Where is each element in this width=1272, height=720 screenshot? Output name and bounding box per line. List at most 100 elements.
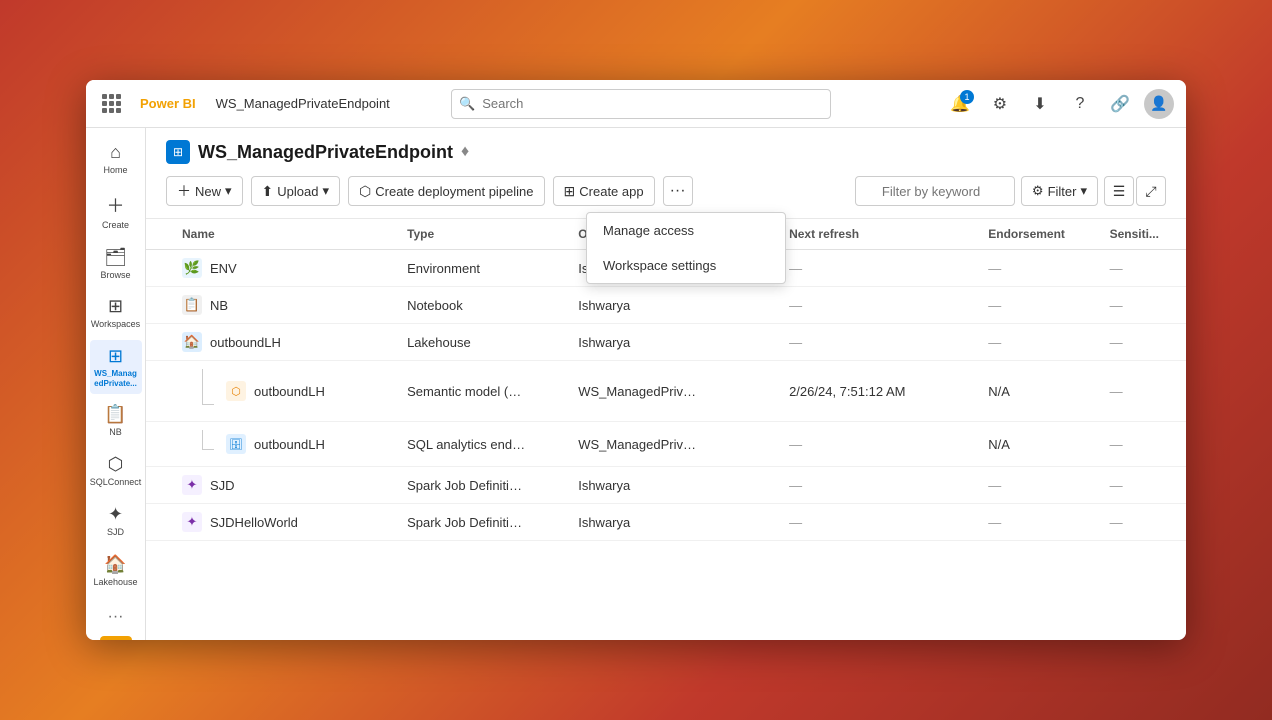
row-sensitivity-sjd: — <box>1098 467 1186 504</box>
row-check-nb <box>146 287 170 324</box>
table-row[interactable]: ✦ SJDHelloWorld Spark Job Definiti… Ishw… <box>146 504 1186 541</box>
apps-grid-button[interactable] <box>98 88 130 120</box>
notification-button[interactable]: 🔔 1 <box>944 88 976 120</box>
create-pipeline-button[interactable]: ⬡ Create deployment pipeline <box>348 176 545 206</box>
row-type-nb: Notebook <box>395 287 566 324</box>
powerbi-bottom-icon[interactable]: PBI <box>100 636 132 640</box>
filter-button[interactable]: ⚙ Filter ▾ <box>1021 176 1098 206</box>
sidebar-item-lakehouse[interactable]: 🏠 Lakehouse <box>90 548 142 594</box>
row-s1-sjdhw <box>737 504 777 541</box>
row-icon-nb <box>371 287 395 324</box>
download-button[interactable]: ⬇ <box>1024 88 1056 120</box>
sjd-item-icon: ✦ <box>182 475 202 495</box>
sjdhw-item-icon: ✦ <box>182 512 202 532</box>
row-s2-semantic <box>946 361 976 422</box>
col-sensitivity[interactable]: Sensiti... <box>1098 219 1186 250</box>
col-endorsement[interactable]: Endorsement <box>976 219 1097 250</box>
workspace-header-icon: ⊞ <box>166 140 190 164</box>
sidebar-item-sqlconnect[interactable]: ⬡ SQLConnect <box>90 448 142 494</box>
filter-icon: ⚙ <box>1032 183 1044 199</box>
new-chevron: ▾ <box>225 183 232 199</box>
app-label: Create app <box>579 184 643 199</box>
row-owner-lh: Ishwarya <box>566 324 737 361</box>
new-icon: ＋ <box>177 181 191 201</box>
pipeline-label: Create deployment pipeline <box>375 184 533 199</box>
sidebar-item-ws-active[interactable]: ⊞ WS_Manag edPrivate... <box>90 340 142 394</box>
topbar: Power BI WS_ManagedPrivateEndpoint 🔍 🔔 1… <box>86 80 1186 128</box>
col-name[interactable]: Name <box>170 219 371 250</box>
col-check <box>146 219 170 250</box>
browse-icon: 🗂 <box>104 247 127 268</box>
table-row[interactable]: ⬡ outboundLH Semantic model (… WS_Manage… <box>146 361 1186 422</box>
settings-button[interactable]: ⚙ <box>984 88 1016 120</box>
col-refresh[interactable]: Next refresh <box>777 219 946 250</box>
row-refresh-nb: — <box>777 287 946 324</box>
create-app-button[interactable]: ⊞ Create app <box>553 176 655 206</box>
row-s1-lh <box>737 324 777 361</box>
toolbar-right: 🔍 ⚙ Filter ▾ ☰ ⤢ <box>855 176 1166 206</box>
sidebar-item-home[interactable]: ⌂ Home <box>90 136 142 182</box>
row-type-env: Environment <box>395 250 566 287</box>
user-avatar[interactable]: 👤 <box>1144 89 1174 119</box>
upload-chevron: ▾ <box>322 183 329 199</box>
table-row[interactable]: 📋 NB Notebook Ishwarya — — — <box>146 287 1186 324</box>
page-title: WS_ManagedPrivateEndpoint <box>198 142 453 163</box>
topbar-actions: 🔔 1 ⚙ ⬇ ? 🔗 👤 <box>944 88 1174 120</box>
share-view-button[interactable]: ⤢ <box>1136 176 1166 206</box>
row-s2-sjdhw <box>946 504 976 541</box>
row-sensitivity-lh: — <box>1098 324 1186 361</box>
row-type-sjdhw: Spark Job Definiti… <box>395 504 566 541</box>
sidebar-item-browse[interactable]: 🗂 Browse <box>90 241 142 287</box>
upload-button[interactable]: ⬆ Upload ▾ <box>251 176 340 206</box>
row-sensitivity-env: — <box>1098 250 1186 287</box>
search-input[interactable] <box>451 89 831 119</box>
app-icon: ⊞ <box>564 183 576 200</box>
row-icon-sql <box>371 422 395 467</box>
list-view-button[interactable]: ☰ <box>1104 176 1134 206</box>
row-owner-semantic: WS_ManagedPriv… <box>566 361 737 422</box>
row-check-semantic <box>146 361 170 422</box>
table-row[interactable]: 🗄 outboundLH SQL analytics end… WS_Manag… <box>146 422 1186 467</box>
row-icon-env <box>371 250 395 287</box>
row-type-sjd: Spark Job Definiti… <box>395 467 566 504</box>
apps-grid-icon <box>102 94 122 114</box>
sidebar-item-workspaces[interactable]: ⊞ Workspaces <box>90 290 142 336</box>
manage-access-item[interactable]: Manage access <box>587 213 785 248</box>
row-refresh-sql: — <box>777 422 946 467</box>
row-name-lh: 🏠 outboundLH <box>170 324 371 361</box>
row-s2-lh <box>946 324 976 361</box>
dropdown-menu: Manage access Workspace settings <box>586 212 786 284</box>
row-owner-sql: WS_ManagedPriv… <box>566 422 737 467</box>
premium-diamond-icon: ♦ <box>461 143 469 161</box>
help-button[interactable]: ? <box>1064 88 1096 120</box>
row-icon-lh <box>371 324 395 361</box>
pipeline-icon: ⬡ <box>359 183 371 200</box>
nb-icon: 📋 <box>104 404 126 425</box>
share-button[interactable]: 🔗 <box>1104 88 1136 120</box>
view-toggle-buttons: ☰ ⤢ <box>1104 176 1166 206</box>
lh-icon: 🏠 <box>182 332 202 352</box>
sql-icon: 🗄 <box>226 434 246 454</box>
table-row[interactable]: 🏠 outboundLH Lakehouse Ishwarya — — <box>146 324 1186 361</box>
new-button[interactable]: ＋ New ▾ <box>166 176 243 206</box>
app-window: Power BI WS_ManagedPrivateEndpoint 🔍 🔔 1… <box>86 80 1186 640</box>
row-refresh-lh: — <box>777 324 946 361</box>
sjd-name: SJD <box>210 478 235 493</box>
row-s2-sql <box>946 422 976 467</box>
workspace-settings-item[interactable]: Workspace settings <box>587 248 785 283</box>
main-area: ⌂ Home ＋ Create 🗂 Browse ⊞ Workspaces ⊞ … <box>86 128 1186 640</box>
filter-label: Filter <box>1048 184 1077 199</box>
sidebar-item-sjd[interactable]: ✦ SJD <box>90 498 142 544</box>
nb-item-icon: 📋 <box>182 295 202 315</box>
table-row[interactable]: ✦ SJD Spark Job Definiti… Ishwarya — — <box>146 467 1186 504</box>
toolbar-more-button[interactable]: ··· <box>663 176 693 206</box>
sidebar-item-nb[interactable]: 📋 NB <box>90 398 142 444</box>
col-type[interactable]: Type <box>395 219 566 250</box>
row-s1-sql <box>737 422 777 467</box>
row-name-sql: 🗄 outboundLH <box>170 422 371 467</box>
filter-keyword-input[interactable] <box>855 176 1015 206</box>
create-icon: ＋ <box>107 192 125 218</box>
sidebar-more-button[interactable]: ··· <box>102 602 130 632</box>
upload-icon: ⬆ <box>262 183 274 200</box>
sidebar-item-create[interactable]: ＋ Create <box>90 186 142 237</box>
